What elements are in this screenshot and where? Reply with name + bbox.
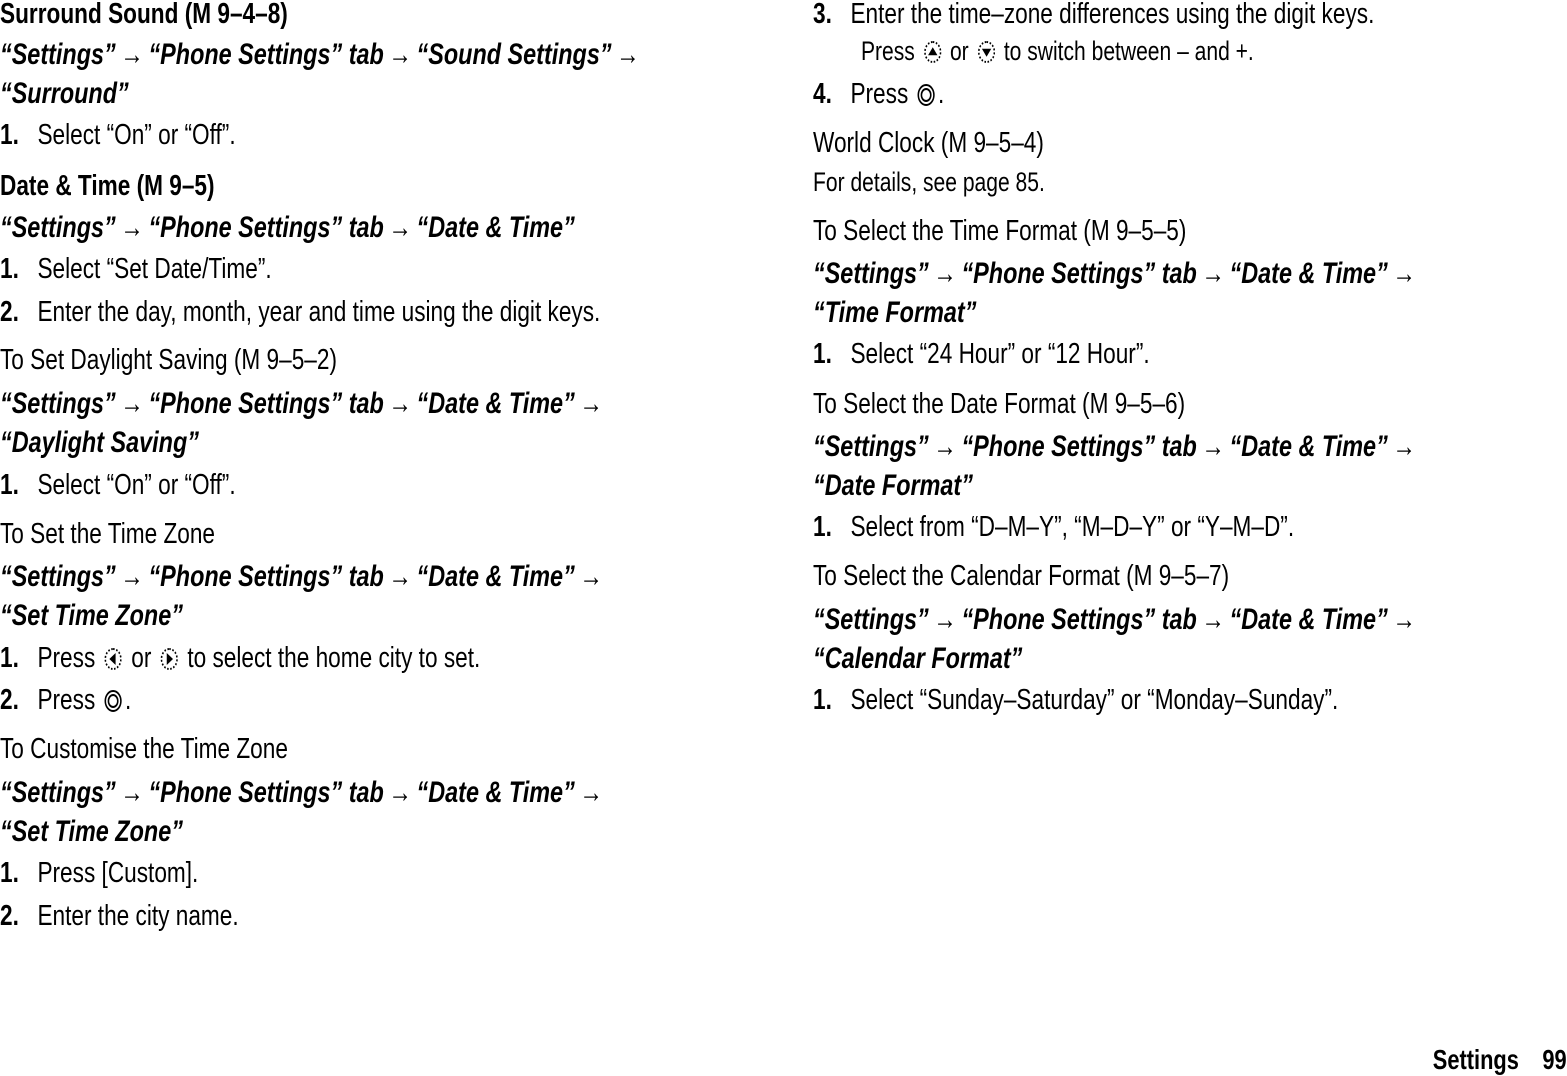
menu-path-cont: “Set Time Zone” <box>0 815 183 848</box>
menu-path: “Settings” → “Phone Settings” tab → “Sound S… <box>0 40 826 70</box>
time-format-heading: To Select the Time Format (M 9–5–5) <box>813 215 1187 247</box>
date-format-heading: To Select the Date Format (M 9–5–6) <box>813 388 1186 420</box>
page-number: 99 <box>1542 1044 1567 1075</box>
center-key-icon <box>104 690 122 712</box>
time-zone-heading: To Set the Time Zone <box>0 518 216 550</box>
daylight-saving-heading: To Set Daylight Saving (M 9–5–2) <box>0 344 337 376</box>
arrow-icon: → <box>1201 430 1225 463</box>
menu-ref: (M 9–5–6) <box>1082 388 1186 420</box>
arrow-icon: → <box>1392 603 1416 636</box>
step: 1. Select “On” or “Off”. <box>0 119 236 151</box>
menu-path: “Settings” → “Phone Settings” tab → “Date & … <box>813 605 1567 635</box>
arrow-icon: → <box>933 257 957 290</box>
menu-path: “Settings” → “Phone Settings” tab → “Date & … <box>0 778 779 808</box>
step: 1. Select “Sunday–Saturday” or “Monday–Su… <box>813 684 1339 716</box>
arrow-icon: → <box>120 560 144 593</box>
menu-path-cont: “Set Time Zone” <box>0 599 183 632</box>
arrow-icon: → <box>579 560 603 593</box>
menu-path-cont: “Time Format” <box>813 296 977 329</box>
step: 1. Press [Custom]. <box>0 857 199 889</box>
arrow-icon: → <box>933 430 957 463</box>
arrow-icon: → <box>388 38 412 71</box>
menu-ref: (M 9–4–8) <box>184 0 288 30</box>
menu-path: “Settings” → “Phone Settings” tab → “Date & … <box>0 389 779 419</box>
center-key-icon <box>917 84 935 106</box>
step: 1. Select “24 Hour” or “12 Hour”. <box>813 338 1150 370</box>
step: 1. Select “Set Date/Time”. <box>0 253 272 285</box>
arrow-icon: → <box>1201 257 1225 290</box>
arrow-icon: → <box>579 776 603 809</box>
step: 3. Enter the time–zone differences using … <box>813 0 1375 30</box>
menu-ref: (M 9–5–5) <box>1083 215 1187 247</box>
menu-ref: (M 9–5–4) <box>940 127 1044 159</box>
step: 1. Select from “D–M–Y”, “M–D–Y” or “Y–M–D… <box>813 511 1295 543</box>
menu-ref: (M 9–5) <box>136 170 215 202</box>
step: 2. Enter the city name. <box>0 900 239 932</box>
step: 2. Enter the day, month, year and time us… <box>0 296 601 328</box>
step: 2. Press . <box>0 684 132 716</box>
step: 1. Press or to select the home city to se… <box>0 642 481 674</box>
down-key-icon <box>977 41 995 63</box>
step: 1. Select “On” or “Off”. <box>0 469 236 501</box>
menu-path: “Settings” → “Phone Settings” tab → “Date & … <box>0 211 575 244</box>
arrow-icon: → <box>579 387 603 420</box>
arrow-icon: → <box>1201 603 1225 636</box>
up-key-icon <box>923 41 941 63</box>
step: 4. Press . <box>813 78 945 110</box>
arrow-icon: → <box>388 776 412 809</box>
menu-ref: (M 9–5–7) <box>1126 560 1230 592</box>
menu-path: “Settings” → “Phone Settings” tab → “Date & … <box>0 562 779 592</box>
menu-ref: (M 9–5–2) <box>233 344 337 376</box>
arrow-icon: → <box>933 603 957 636</box>
menu-path-cont: “Calendar Format” <box>813 642 1023 675</box>
arrow-icon: → <box>616 38 640 71</box>
arrow-icon: → <box>388 211 412 244</box>
world-clock-heading: World Clock (M 9–5–4) <box>813 127 1044 159</box>
arrow-icon: → <box>1392 257 1416 290</box>
sub-note: Press or to switch between – and +. <box>861 36 1254 66</box>
arrow-icon: → <box>120 387 144 420</box>
surround-sound-heading: Surround Sound (M 9–4–8) <box>0 0 288 30</box>
menu-path-cont: “Daylight Saving” <box>0 426 199 459</box>
menu-path: “Settings” → “Phone Settings” tab → “Date & … <box>813 432 1567 462</box>
customise-time-zone-heading: To Customise the Time Zone <box>0 733 288 765</box>
page-reference-note: For details, see page 85. <box>813 167 1045 197</box>
menu-path-cont: “Date Format” <box>813 469 973 502</box>
arrow-icon: → <box>388 387 412 420</box>
arrow-icon: → <box>388 560 412 593</box>
arrow-icon: → <box>120 776 144 809</box>
right-key-icon <box>160 648 178 670</box>
menu-path: “Settings” → “Phone Settings” tab → “Date & … <box>813 259 1567 289</box>
left-key-icon <box>104 648 122 670</box>
arrow-icon: → <box>120 211 144 244</box>
date-time-heading: Date & Time (M 9–5) <box>0 170 215 202</box>
footer-section-label: Settings <box>1433 1044 1520 1075</box>
arrow-icon: → <box>120 38 144 71</box>
arrow-icon: → <box>1392 430 1416 463</box>
calendar-format-heading: To Select the Calendar Format (M 9–5–7) <box>813 560 1230 592</box>
menu-path-cont: “Surround” <box>0 77 129 110</box>
page-footer: Settings 99 <box>1395 1044 1567 1076</box>
